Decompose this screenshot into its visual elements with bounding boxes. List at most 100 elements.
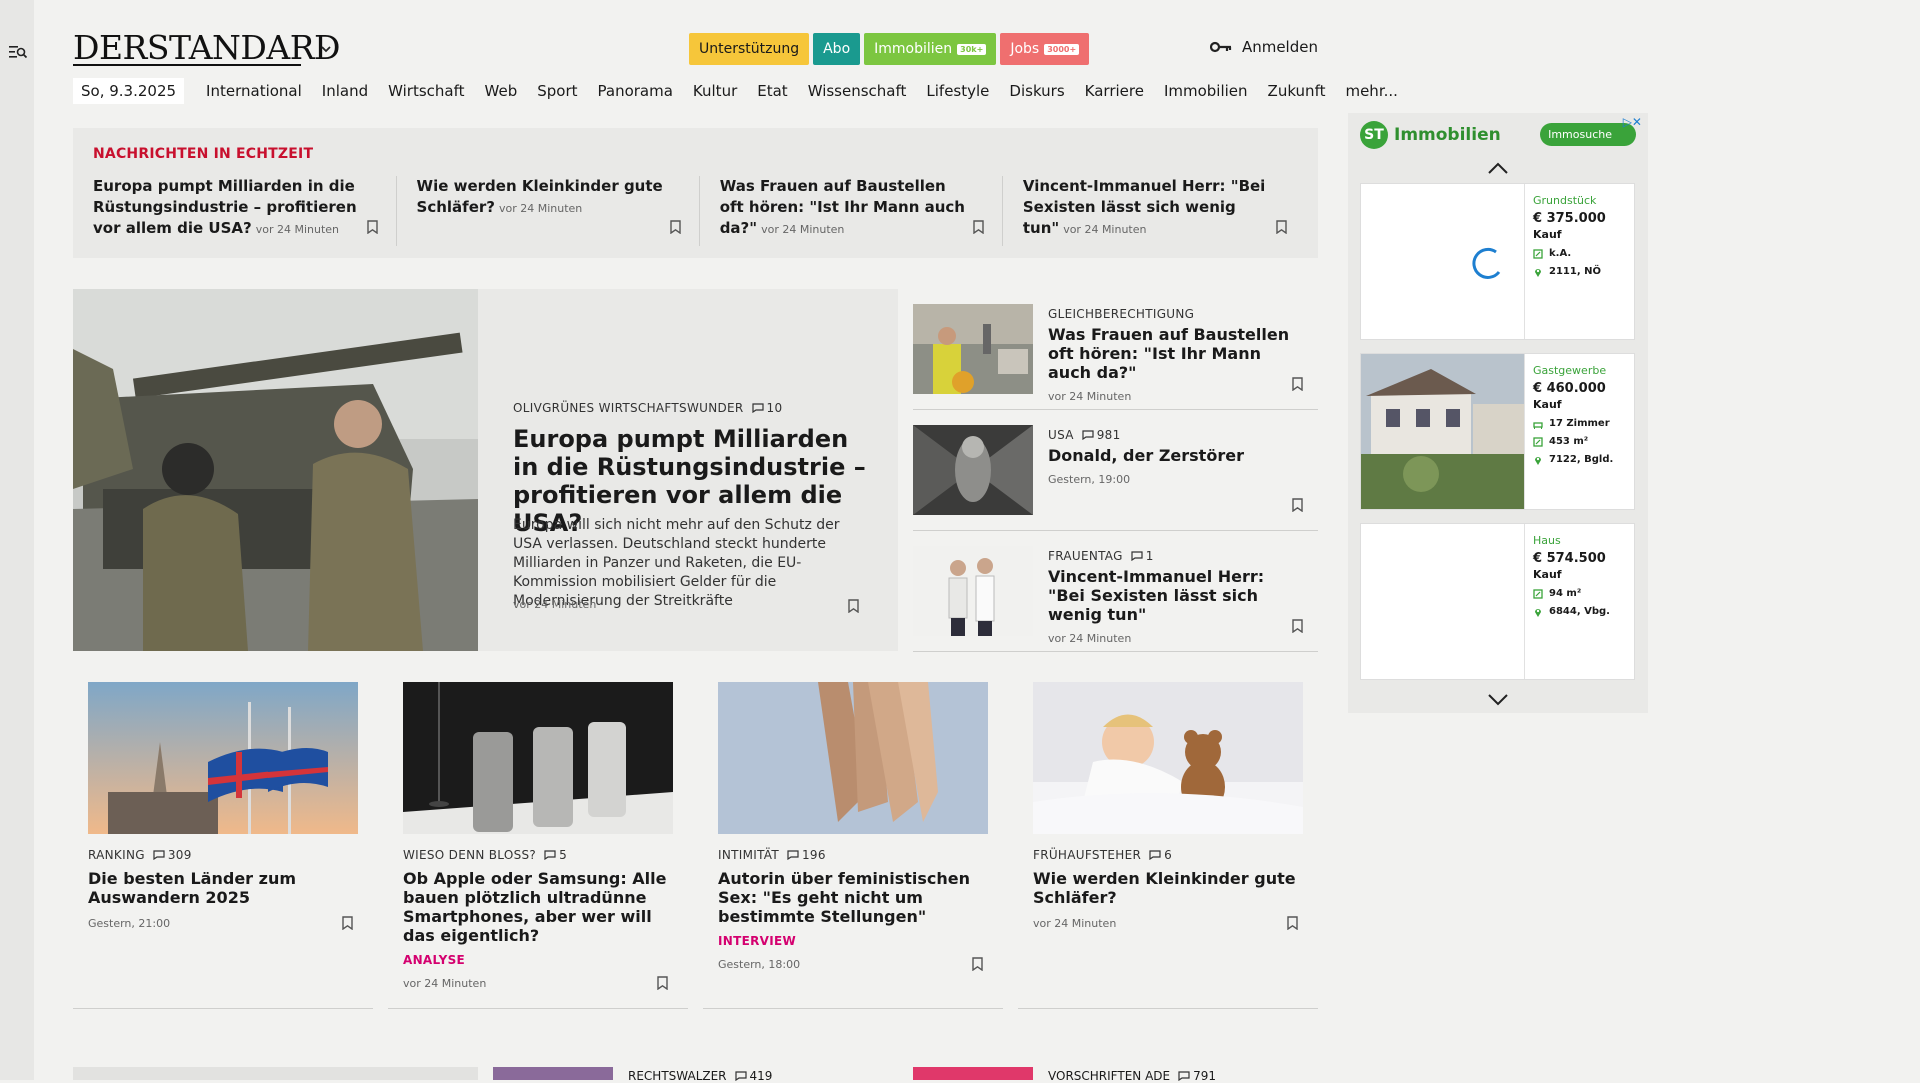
article-title[interactable]: Autorin über feministischen Sex: "Es geh… <box>718 869 988 926</box>
article-title[interactable]: Wie werden Kleinkinder gute Schläfer? <box>1033 869 1303 907</box>
article-card[interactable]: INTIMITÄT 196 Autorin über feministischen … <box>703 668 1003 1009</box>
menu-search-icon[interactable] <box>9 44 27 60</box>
nav-item[interactable]: mehr... <box>1335 82 1407 100</box>
listing-area: 94 m² <box>1533 588 1633 599</box>
article-title[interactable]: Vincent-Immanuel Herr: "Bei Sexisten läs… <box>1048 567 1303 624</box>
nav-item[interactable]: International <box>196 82 312 100</box>
hero-image-soldiers-tank[interactable] <box>73 289 478 651</box>
side-article[interactable]: USA 981 Donald, der Zerstörer Gestern, 19:0… <box>913 410 1318 531</box>
nav-item[interactable]: Kultur <box>683 82 747 100</box>
bookmark-icon[interactable] <box>973 220 984 234</box>
bookmark-icon[interactable] <box>342 916 353 930</box>
nav-item[interactable]: Panorama <box>588 82 683 100</box>
article-thumbnail[interactable] <box>913 304 1033 394</box>
ticker-time: vor 24 Minuten <box>255 223 339 236</box>
bookmark-icon[interactable] <box>972 957 983 971</box>
comment-count[interactable]: 196 <box>787 848 826 862</box>
article-title[interactable]: Ob Apple oder Samsung: Alle bauen plötzl… <box>403 869 673 945</box>
property-listing[interactable]: Haus € 574.500 Kauf 94 m² 6844, Vbg. <box>1360 523 1635 680</box>
chevron-down-icon[interactable] <box>1486 693 1510 707</box>
comment-count[interactable]: 419 <box>735 1069 773 1083</box>
ticker-item[interactable]: Wie werden Kleinkinder gute Schläfer? vor… <box>395 176 699 246</box>
immobilien-ad[interactable]: ST Immobilien Immosuche ▷✕ Grundstück € 3… <box>1348 113 1648 713</box>
article-title[interactable]: Donald, der Zerstörer <box>1048 446 1303 465</box>
chevron-down-icon[interactable] <box>319 44 333 54</box>
side-article-text: USA 981 Donald, der Zerstörer Gestern, 19:0… <box>1048 428 1303 486</box>
bookmark-icon[interactable] <box>1292 498 1303 512</box>
current-date: So, 9.3.2025 <box>73 78 185 104</box>
bookmark-icon[interactable] <box>657 976 668 990</box>
hero-article[interactable]: OLIVGRÜNES WIRTSCHAFTSWUNDER 10 Europa p… <box>73 289 898 651</box>
nav-item[interactable]: Web <box>475 82 528 100</box>
ticker-item[interactable]: Vincent-Immanuel Herr: "Bei Sexisten läs… <box>1001 176 1305 246</box>
ticker-title[interactable]: Europa pumpt Milliarden in die Rüstungsi… <box>93 176 368 240</box>
comment-count[interactable]: 981 <box>1082 428 1121 442</box>
top-button-1[interactable]: Abo <box>813 33 861 65</box>
comment-count[interactable]: 1 <box>1131 549 1154 563</box>
bookmark-icon[interactable] <box>1276 220 1287 234</box>
nav-item[interactable]: Inland <box>312 82 378 100</box>
comment-icon <box>153 850 165 860</box>
article-image[interactable] <box>1033 682 1303 834</box>
property-listing[interactable]: Grundstück € 375.000 Kauf k.A. 2111, NÖ <box>1360 183 1635 340</box>
bookmark-icon[interactable] <box>1287 916 1298 930</box>
kicker: RANKING 309 <box>88 848 358 862</box>
immosuche-button[interactable]: Immosuche <box>1540 123 1636 146</box>
listing-image[interactable] <box>1361 354 1525 509</box>
adchoices-icon[interactable]: ▷✕ <box>1623 115 1642 129</box>
comment-count[interactable]: 5 <box>544 848 567 862</box>
top-button-3[interactable]: Jobs 3000+ <box>1000 33 1090 65</box>
nav-item[interactable]: Lifestyle <box>916 82 999 100</box>
comment-count[interactable]: 791 <box>1178 1069 1216 1083</box>
article-image[interactable] <box>718 682 988 834</box>
bookmark-icon[interactable] <box>1292 377 1303 391</box>
comment-count-value: 419 <box>749 1069 773 1083</box>
nav-item[interactable]: Zukunft <box>1258 82 1336 100</box>
article-thumbnail[interactable] <box>913 546 1033 636</box>
kicker-text: FRAUENTAG <box>1048 549 1123 563</box>
ticker-title[interactable]: Was Frauen auf Baustellen oft hören: "Is… <box>720 176 974 240</box>
bookmark-icon[interactable] <box>848 599 859 613</box>
chevron-up-icon[interactable] <box>1486 161 1510 175</box>
article-title[interactable]: Was Frauen auf Baustellen oft hören: "Is… <box>1048 325 1303 382</box>
top-button-0[interactable]: Unterstützung <box>689 33 810 65</box>
nav-item[interactable]: Diskurs <box>999 82 1074 100</box>
comment-count[interactable]: 10 <box>752 401 783 415</box>
listing-location: 6844, Vbg. <box>1533 606 1633 617</box>
bookmark-icon[interactable] <box>670 220 681 234</box>
location-pin-icon <box>1535 608 1541 617</box>
article-card[interactable]: FRÜHAUFSTEHER 6 Wie werden Kleinkinder gut… <box>1018 668 1318 1009</box>
nav-item[interactable]: Etat <box>747 82 797 100</box>
article-card[interactable]: WIESO DENN BLOSS? 5 Ob Apple oder Samsung:… <box>388 668 688 1009</box>
property-listing[interactable]: Gastgewerbe € 460.000 Kauf 17 Zimmer 453 m² 7… <box>1360 353 1635 510</box>
nav-item[interactable]: Immobilien <box>1154 82 1258 100</box>
login-link[interactable]: Anmelden <box>1209 38 1318 56</box>
article-image[interactable] <box>88 682 358 834</box>
article-card[interactable]: RANKING 309 Die besten Länder zum Auswande… <box>73 668 373 1009</box>
comment-count[interactable]: 6 <box>1149 848 1172 862</box>
article-title[interactable]: Die besten Länder zum Auswandern 2025 <box>88 869 358 907</box>
comment-count[interactable]: 309 <box>153 848 192 862</box>
bookmark-icon[interactable] <box>1292 619 1303 633</box>
side-article[interactable]: FRAUENTAG 1 Vincent-Immanuel Herr: "Bei Se… <box>913 531 1318 652</box>
listing-image[interactable] <box>1361 524 1525 679</box>
ticker-title[interactable]: Vincent-Immanuel Herr: "Bei Sexisten läs… <box>1023 176 1277 240</box>
nav-item[interactable]: Wissenschaft <box>798 82 917 100</box>
ticker-item[interactable]: Was Frauen auf Baustellen oft hören: "Is… <box>698 176 1002 246</box>
side-article[interactable]: GLEICHBERECHTIGUNG Was Frauen auf Baustel… <box>913 289 1318 410</box>
nav-item[interactable]: Wirtschaft <box>378 82 474 100</box>
article-thumbnail[interactable] <box>913 425 1033 515</box>
article-image[interactable] <box>403 682 673 834</box>
top-button-2[interactable]: Immobilien 30k+ <box>864 33 997 65</box>
nav-item[interactable]: Karriere <box>1075 82 1154 100</box>
peek-thumb[interactable] <box>493 1067 613 1080</box>
site-logo[interactable]: DERSTANDARD <box>73 28 341 68</box>
comment-icon <box>1131 551 1143 561</box>
nav-item[interactable]: Sport <box>527 82 587 100</box>
listing-image[interactable] <box>1361 184 1525 339</box>
article-time: vor 24 Minuten <box>1048 390 1132 403</box>
ticker-title[interactable]: Wie werden Kleinkinder gute Schläfer? vor… <box>417 176 671 219</box>
peek-thumb[interactable] <box>913 1067 1033 1080</box>
ticker-item[interactable]: Europa pumpt Milliarden in die Rüstungsi… <box>93 176 396 246</box>
bookmark-icon[interactable] <box>367 220 378 234</box>
